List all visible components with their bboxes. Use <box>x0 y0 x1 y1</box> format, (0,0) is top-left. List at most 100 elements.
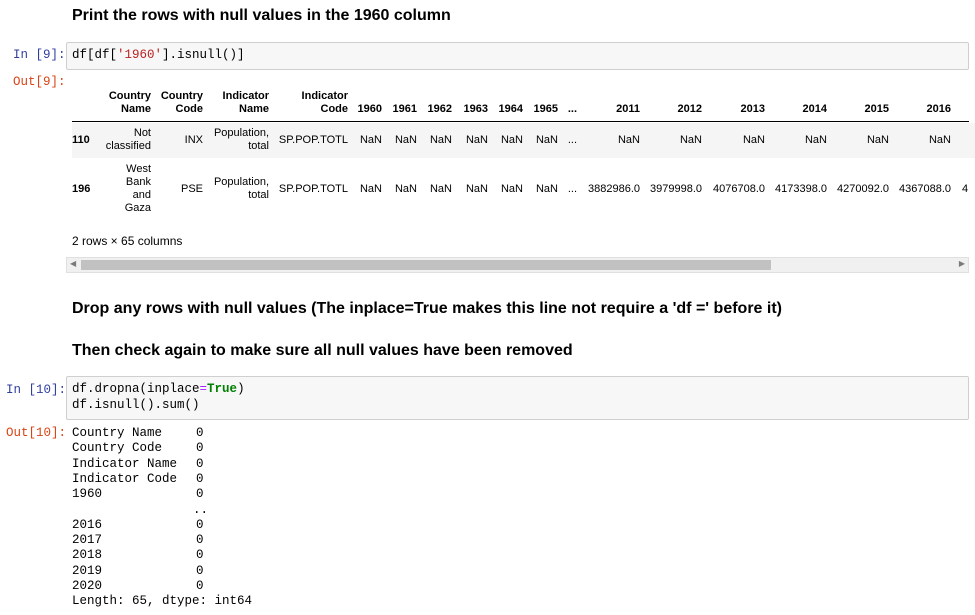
table-cell: NaN <box>352 183 382 196</box>
table-cell: NaN <box>352 134 382 147</box>
series-value: 0 <box>196 471 204 486</box>
series-value: 0 <box>196 441 204 456</box>
table-cell: NaN <box>646 134 702 147</box>
column-header-line: Code <box>320 103 349 115</box>
column-header-line: 1963 <box>463 103 488 115</box>
code-cell-editor[interactable]: df[df['1960'].isnull()] <box>66 42 969 70</box>
table-cell-line: NaN <box>429 133 452 146</box>
table-cell-line: NaN <box>359 133 382 146</box>
table-cell-line: Population, <box>213 176 269 188</box>
code-line: df.isnull().sum() <box>72 398 200 412</box>
table-cell-line: NaN <box>500 133 523 146</box>
column-header-line: 2011 <box>616 103 640 115</box>
table-cell: PSE <box>153 183 203 196</box>
markdown-heading: Then check again to make sure all null v… <box>72 342 573 359</box>
series-value: 0 <box>196 456 204 471</box>
table-cell-line: NaN <box>679 133 702 146</box>
series-index: Country Name <box>72 426 163 440</box>
table-cell: NaN <box>458 134 488 147</box>
code-cell-editor[interactable]: df.dropna(inplace=True) df.isnull().sum(… <box>66 376 969 420</box>
table-cell-line: 4367088.0 <box>899 182 951 195</box>
column-header-line: 1964 <box>498 103 523 115</box>
column-header-line: Name <box>121 103 151 115</box>
column-header-line: ... <box>567 103 577 115</box>
table-cell: Not classified <box>91 127 151 153</box>
table-cell: NaN <box>493 134 523 147</box>
column-header: 1962 <box>422 103 452 116</box>
table-cell-line: 3979998.0 <box>650 182 702 195</box>
series-index: Country Code <box>72 441 163 456</box>
series-footer: Length: 65, dtype: int64 <box>72 594 253 609</box>
table-cell-line: Population, <box>213 127 269 139</box>
scroll-right-icon[interactable]: ▶ <box>959 259 965 268</box>
column-header: 2016 <box>895 103 951 116</box>
column-header: 1960 <box>352 103 382 116</box>
table-cell: NaN <box>895 134 951 147</box>
table-cell: NaN <box>387 134 417 147</box>
series-index: Indicator Name <box>72 456 178 471</box>
column-header: 2012 <box>646 103 702 116</box>
table-cell-line: NaN <box>465 182 488 195</box>
table-cell-line: SP.POP.TOTL <box>278 133 348 146</box>
series-index: 1960 <box>72 487 103 502</box>
column-header-line: Indicator <box>222 90 269 102</box>
series-index: 2018 <box>72 548 103 563</box>
series-index: Indicator Code <box>72 471 178 486</box>
table-cell-line: 4173398.0 <box>775 182 827 195</box>
column-header-line: 1960 <box>357 103 382 115</box>
table-cell: SP.POP.TOTL <box>272 183 348 196</box>
table-cell-clipped: 4 <box>962 182 969 195</box>
table-cell: 4173398.0 <box>771 183 827 196</box>
scroll-left-icon[interactable]: ◀ <box>70 259 76 268</box>
table-cell-line: West <box>126 163 151 175</box>
output-prompt: Out[10]: <box>6 426 67 440</box>
table-cell: NaN <box>584 134 640 147</box>
table-cell-line: Gaza <box>124 202 151 214</box>
table-cell: NaN <box>528 134 558 147</box>
column-header: 1965 <box>528 103 558 116</box>
table-cell: 4076708.0 <box>709 183 765 196</box>
table-cell-line: NaN <box>617 133 640 146</box>
table-cell: West Bank and Gaza <box>91 163 151 215</box>
table-cell-line: and <box>132 189 151 201</box>
table-cell-line: NaN <box>500 182 523 195</box>
column-header: 2013 <box>709 103 765 116</box>
table-cell: 3882986.0 <box>584 183 640 196</box>
column-header: ... <box>561 103 577 116</box>
series-value: 0 <box>196 563 204 578</box>
column-header-line: Country <box>160 90 203 102</box>
table-cell-line: SP.POP.TOTL <box>278 182 348 195</box>
table-cell: NaN <box>493 183 523 196</box>
series-value: 0 <box>196 548 204 563</box>
table-cell-line: NaN <box>429 182 452 195</box>
series-index: 2020 <box>72 579 103 593</box>
table-cell-line: 3882986.0 <box>588 182 640 195</box>
table-cell: ... <box>561 134 577 147</box>
table-cell-line: PSE <box>180 182 203 195</box>
table-cell-line: NaN <box>804 133 827 146</box>
table-cell: NaN <box>387 183 417 196</box>
scrollbar-thumb[interactable] <box>81 260 771 270</box>
horizontal-scrollbar[interactable]: ◀ ▶ <box>66 257 969 273</box>
dataframe-shape: 2 rows × 65 columns <box>72 234 183 248</box>
column-header-line: 1961 <box>392 103 417 115</box>
table-cell-line: classified <box>105 140 151 152</box>
table-cell: NaN <box>422 183 452 196</box>
series-index: 2016 <box>72 517 103 532</box>
table-cell: 3979998.0 <box>646 183 702 196</box>
series-value: 0 <box>196 426 204 440</box>
series-value: 0 <box>196 517 204 532</box>
series-index: 2019 <box>72 563 103 578</box>
table-cell-line: ... <box>567 182 577 195</box>
column-header: 1964 <box>493 103 523 116</box>
table-cell: NaN <box>833 134 889 147</box>
table-cell-line: NaN <box>394 133 417 146</box>
column-header-line: Name <box>239 103 269 115</box>
table-cell-line: NaN <box>359 182 382 195</box>
table-cell: NaN <box>422 134 452 147</box>
column-header: 2014 <box>771 103 827 116</box>
series-value: 0 <box>196 579 204 593</box>
table-cell-line: Bank <box>125 176 151 188</box>
column-header-line: Country <box>108 90 151 102</box>
series-value: 0 <box>196 533 204 548</box>
